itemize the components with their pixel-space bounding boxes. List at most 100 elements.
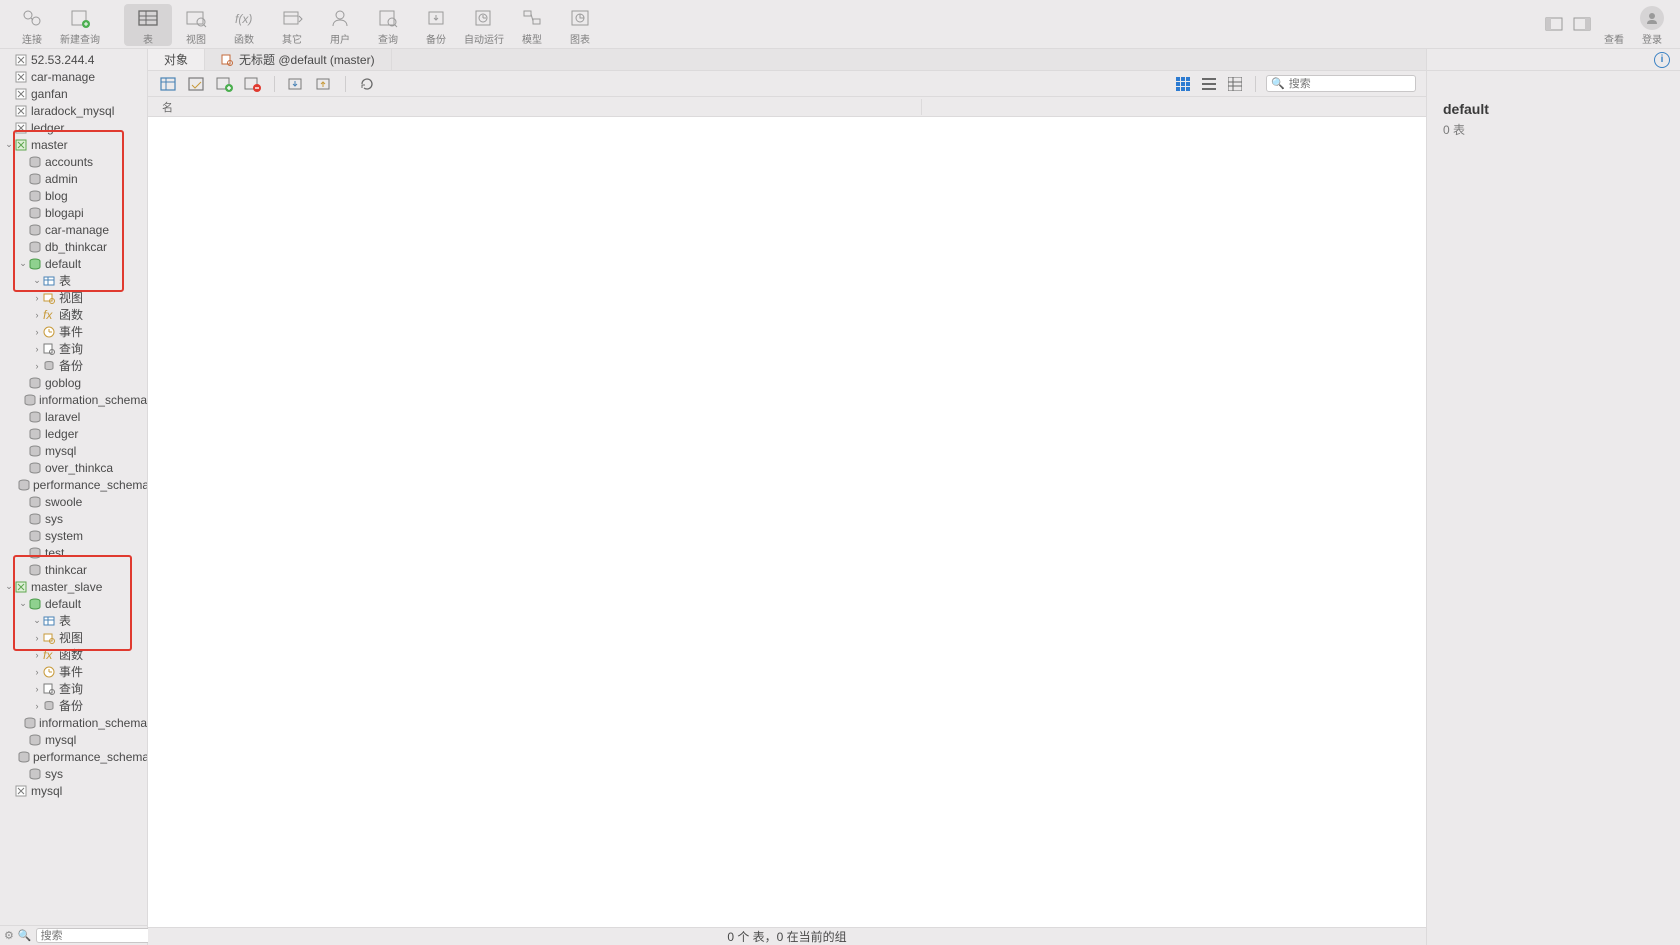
expand-arrow[interactable]: › (32, 344, 42, 354)
expand-arrow[interactable]: › (32, 361, 42, 371)
toolbar-label: 视图 (186, 31, 206, 46)
tree-item---[interactable]: ›备份 (0, 697, 147, 714)
toolbar-label: 查询 (378, 31, 398, 46)
toolbar-query-button[interactable]: 查询 (364, 4, 412, 46)
tree-item-performance-schema[interactable]: performance_schema (0, 748, 147, 765)
toolbar-table-button[interactable]: 表 (124, 4, 172, 46)
expand-arrow[interactable]: › (32, 327, 42, 337)
tree-item---[interactable]: ›备份 (0, 357, 147, 374)
expand-arrow[interactable]: › (32, 633, 42, 643)
tree-item--[interactable]: ⌄表 (0, 272, 147, 289)
tree-item-over-thinkca[interactable]: over_thinkca (0, 459, 147, 476)
tree-item-master-slave[interactable]: ⌄master_slave (0, 578, 147, 595)
tree-item-blog[interactable]: blog (0, 187, 147, 204)
export-button[interactable] (313, 74, 335, 94)
toolbar-chart-button[interactable]: 图表 (556, 4, 604, 46)
delete-table-button[interactable] (242, 74, 264, 94)
panel-left-toggle[interactable] (1540, 10, 1568, 38)
tree-item-information-schema[interactable]: information_schema (0, 391, 147, 408)
toolbar-other-button[interactable]: 其它 (268, 4, 316, 46)
expand-arrow[interactable]: ⌄ (32, 275, 42, 286)
tree-item---[interactable]: ›视图 (0, 629, 147, 646)
toolbar-newquery-button[interactable]: 新建查询 (56, 4, 104, 46)
tree-item--[interactable]: ⌄表 (0, 612, 147, 629)
design-table-button[interactable] (186, 74, 208, 94)
tree-item-goblog[interactable]: goblog (0, 374, 147, 391)
toolbar-fx-button[interactable]: f(x)函数 (220, 4, 268, 46)
tree-item-ganfan[interactable]: ganfan (0, 85, 147, 102)
tree-item-ledger[interactable]: ledger (0, 425, 147, 442)
expand-arrow[interactable]: ⌄ (32, 615, 42, 626)
view-grid-button[interactable] (1173, 75, 1193, 93)
tab------default--master-[interactable]: 无标题 @default (master) (205, 49, 392, 70)
expand-arrow[interactable]: ⌄ (4, 139, 14, 150)
tree-item-db-thinkcar[interactable]: db_thinkcar (0, 238, 147, 255)
import-button[interactable] (285, 74, 307, 94)
tree-item-master[interactable]: ⌄master (0, 136, 147, 153)
tree-item-swoole[interactable]: swoole (0, 493, 147, 510)
expand-arrow[interactable]: › (32, 701, 42, 711)
object-search-input[interactable] (1289, 78, 1431, 90)
column-name[interactable]: 名 (162, 99, 922, 115)
tree-item---[interactable]: ›事件 (0, 323, 147, 340)
tree-item-information-schema[interactable]: information_schema (0, 714, 147, 731)
tree-item---[interactable]: ›查询 (0, 340, 147, 357)
tree-item-system[interactable]: system (0, 527, 147, 544)
toolbar-auto-button[interactable]: 自动运行 (460, 4, 508, 46)
connection-tree[interactable]: 52.53.244.4car-manageganfanlaradock_mysq… (0, 49, 147, 925)
tree-item-car-manage[interactable]: car-manage (0, 68, 147, 85)
tree-item-performance-schema[interactable]: performance_schema (0, 476, 147, 493)
tree-item-mysql[interactable]: mysql (0, 731, 147, 748)
tree-item-sys[interactable]: sys (0, 765, 147, 782)
tree-item-laravel[interactable]: laravel (0, 408, 147, 425)
toolbar-view-button[interactable]: 视图 (172, 4, 220, 46)
expand-arrow[interactable]: ⌄ (4, 581, 14, 592)
panel-right-toggle[interactable] (1568, 10, 1596, 38)
tree-item-ledger[interactable]: ledger (0, 119, 147, 136)
expand-arrow[interactable]: ⌄ (18, 598, 28, 609)
tree-item-sys[interactable]: sys (0, 510, 147, 527)
login-button[interactable]: 登录 (1632, 4, 1672, 46)
tree-item---[interactable]: ›事件 (0, 663, 147, 680)
tree-item---[interactable]: ›视图 (0, 289, 147, 306)
toolbar-plug-button[interactable]: 连接 (8, 4, 56, 46)
toolbar-backup-button[interactable]: 备份 (412, 4, 460, 46)
tree-item-default[interactable]: ⌄default (0, 595, 147, 612)
separator (345, 76, 346, 92)
db-icon (24, 716, 36, 730)
view-detail-button[interactable] (1225, 75, 1245, 93)
expand-arrow[interactable]: › (32, 293, 42, 303)
tree-label: car-manage (45, 223, 109, 237)
tree-item-mysql[interactable]: mysql (0, 782, 147, 799)
tree-item-accounts[interactable]: accounts (0, 153, 147, 170)
open-table-button[interactable] (158, 74, 180, 94)
tree-item-blogapi[interactable]: blogapi (0, 204, 147, 221)
object-search[interactable]: 🔍 (1266, 75, 1416, 92)
tree-item-thinkcar[interactable]: thinkcar (0, 561, 147, 578)
tree-item-52-53-244-4[interactable]: 52.53.244.4 (0, 51, 147, 68)
tree-item-test[interactable]: test (0, 544, 147, 561)
tree-item-default[interactable]: ⌄default (0, 255, 147, 272)
new-table-button[interactable] (214, 74, 236, 94)
tree-label: mysql (31, 784, 62, 798)
tree-item---[interactable]: ›fx函数 (0, 306, 147, 323)
tree-item-laradock-mysql[interactable]: laradock_mysql (0, 102, 147, 119)
toolbar-model-button[interactable]: 模型 (508, 4, 556, 46)
toolbar-user-button[interactable]: 用户 (316, 4, 364, 46)
settings-icon[interactable]: ⚙ (4, 929, 14, 942)
tree-item-mysql[interactable]: mysql (0, 442, 147, 459)
tree-item---[interactable]: ›查询 (0, 680, 147, 697)
info-icon[interactable]: i (1654, 52, 1670, 68)
tree-item-admin[interactable]: admin (0, 170, 147, 187)
view-list-button[interactable] (1199, 75, 1219, 93)
tab---[interactable]: 对象 (148, 49, 205, 70)
expand-arrow[interactable]: › (32, 684, 42, 694)
tree-label: ledger (31, 121, 64, 135)
expand-arrow[interactable]: ⌄ (18, 258, 28, 269)
tree-item-car-manage[interactable]: car-manage (0, 221, 147, 238)
expand-arrow[interactable]: › (32, 667, 42, 677)
tree-item---[interactable]: ›fx函数 (0, 646, 147, 663)
refresh-button[interactable] (356, 74, 378, 94)
expand-arrow[interactable]: › (32, 310, 42, 320)
expand-arrow[interactable]: › (32, 650, 42, 660)
